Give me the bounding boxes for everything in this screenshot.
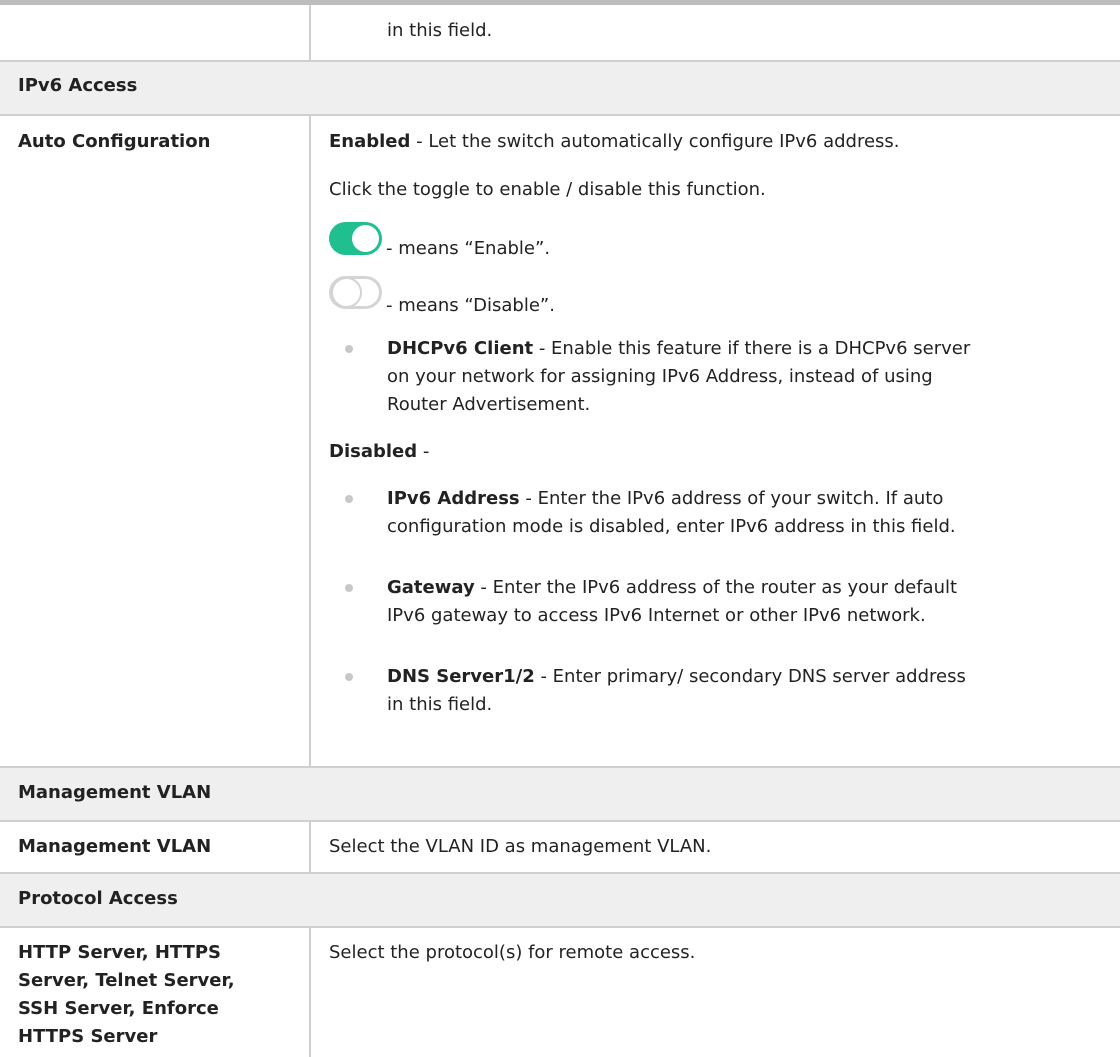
gateway-label: Gateway [387,577,475,598]
section-header-protocol: Protocol Access [0,874,1120,926]
addr-desc: - Enter the IPv6 address of your switch.… [519,488,944,509]
dhcp-label: DHCPv6 Client [387,338,534,359]
dns-line2: in this field. [387,694,493,715]
field-label-line: HTTP Server, HTTPS [18,942,222,963]
gateway-line2: IPv6 gateway to access IPv6 Internet or … [387,605,926,626]
bullet-icon [345,495,353,503]
row-divider [0,926,1120,928]
dns-label: DNS Server1/2 [387,666,535,687]
column-divider-mgmt [309,822,311,872]
enabled-desc: - Let the switch automatically configure… [410,131,900,152]
addr-label: IPv6 Address [387,488,520,509]
field-label-mgmt-vlan: Management VLAN [18,836,212,857]
disabled-line: Disabled - [329,438,429,466]
dhcp-line2: on your network for assigning IPv6 Addre… [387,366,933,387]
section-header-mgmt-vlan: Management VLAN [0,768,1120,820]
addr-line1: IPv6 Address - Enter the IPv6 address of… [387,485,943,513]
toggle-knob [352,225,379,252]
field-label-line: Server, Telnet Server, [18,970,235,991]
mgmt-vlan-desc: Select the VLAN ID as management VLAN. [329,836,712,857]
dhcp-desc: - Enable this feature if there is a DHCP… [533,338,971,359]
top-rule [0,0,1120,5]
field-label-protocol: HTTP Server, HTTPS Server, Telnet Server… [18,939,235,1051]
row-divider [0,114,1120,116]
column-divider-ipv6 [309,116,311,766]
row-divider [0,820,1120,822]
column-divider-protocol [309,928,311,1057]
dns-line1: DNS Server1/2 - Enter primary/ secondary… [387,663,966,691]
bullet-icon [345,345,353,353]
column-divider-top [309,5,311,60]
enabled-label: Enabled [329,131,411,152]
toggle-on-text: - means “Enable”. [386,238,551,259]
gateway-line1: Gateway - Enter the IPv6 address of the … [387,574,957,602]
section-title-mgmt-vlan: Management VLAN [18,782,212,803]
section-title-protocol: Protocol Access [18,888,178,909]
field-label-auto-config: Auto Configuration [18,131,211,152]
bullet-icon [345,673,353,681]
toggle-on-icon [329,222,382,255]
disabled-suffix: - [417,441,430,462]
continued-text: in this field. [387,20,493,41]
dns-desc: - Enter primary/ secondary DNS server ad… [534,666,966,687]
toggle-off-icon [329,276,382,309]
toggle-knob [333,279,360,306]
field-label-line: HTTPS Server [18,1026,158,1047]
bullet-icon [345,584,353,592]
field-label-line: SSH Server, Enforce [18,998,219,1019]
dhcp-line3: Router Advertisement. [387,394,591,415]
disabled-label: Disabled [329,441,418,462]
section-header-ipv6: IPv6 Access [0,62,1120,114]
gateway-desc: - Enter the IPv6 address of the router a… [474,577,958,598]
click-toggle-text: Click the toggle to enable / disable thi… [329,179,766,200]
dhcp-line1: DHCPv6 Client - Enable this feature if t… [387,335,970,363]
section-title-ipv6: IPv6 Access [18,75,138,96]
protocol-desc: Select the protocol(s) for remote access… [329,942,696,963]
enabled-line: Enabled - Let the switch automatically c… [329,128,900,156]
addr-line2: configuration mode is disabled, enter IP… [387,516,956,537]
toggle-off-text: - means “Disable”. [386,295,555,316]
